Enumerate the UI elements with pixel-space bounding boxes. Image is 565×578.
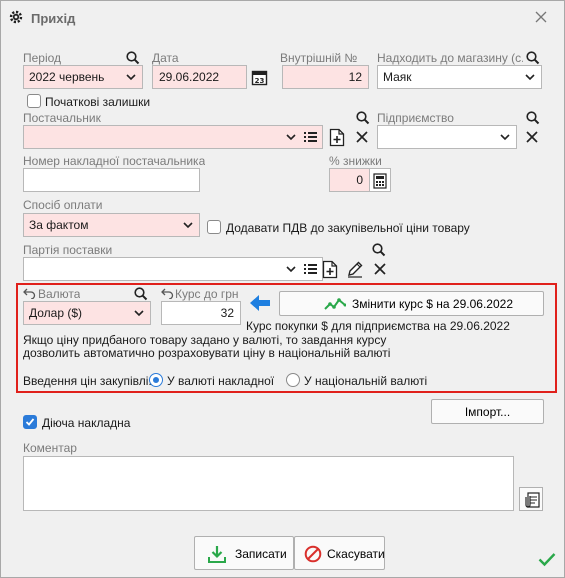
search-icon[interactable] (525, 50, 541, 66)
period-label: Період (23, 51, 62, 65)
change-rate-label: Змінити курс $ на 29.06.2022 (352, 297, 513, 311)
cancel-icon (304, 545, 322, 563)
period-select[interactable]: 2022 червень (23, 65, 143, 89)
attach-button[interactable] (519, 487, 543, 511)
rate-label: Курс до грн (175, 287, 239, 301)
checkmark-icon (25, 418, 35, 426)
price-entry-national-radio[interactable] (286, 373, 300, 387)
enterprise-select[interactable] (377, 125, 517, 149)
search-icon[interactable] (125, 50, 141, 66)
download-icon (208, 546, 226, 563)
change-rate-button[interactable]: Змінити курс $ на 29.06.2022 (279, 291, 544, 316)
chevron-down-icon (286, 134, 296, 141)
date-label: Дата (152, 51, 179, 65)
price-entry-national-label: У національній валюті (304, 374, 428, 388)
supplier-invoice-input[interactable] (23, 168, 200, 192)
cancel-button[interactable]: Скасувати (294, 536, 385, 570)
list-icon[interactable] (304, 131, 317, 143)
calendar-icon[interactable]: 23 (251, 69, 268, 86)
chevron-down-icon (183, 222, 193, 229)
store-label: Надходить до магазину (с... (377, 51, 523, 65)
rate-caption: Курс покупки $ для підприємства на 29.06… (246, 319, 510, 333)
date-input[interactable]: 29.06.2022 (152, 65, 247, 89)
discount-label: % знижки (329, 154, 382, 168)
add-document-icon[interactable] (322, 260, 338, 279)
batch-label: Партія поставки (23, 243, 113, 257)
undo-icon[interactable] (23, 287, 36, 299)
supplier-select[interactable] (23, 125, 323, 149)
svg-text:23: 23 (255, 77, 265, 85)
currency-info-text: Якщо ціну придбаного товару задано у вал… (23, 333, 391, 360)
price-entry-invoice-label: У валюті накладної (167, 374, 275, 388)
initial-balances-label: Початкові залишки (45, 95, 151, 109)
clear-icon[interactable] (372, 261, 388, 277)
active-invoice-label: Діюча накладна (42, 416, 131, 430)
currency-label: Валюта (38, 287, 81, 301)
payment-method-label: Спосіб оплати (23, 198, 103, 212)
clear-icon[interactable] (354, 129, 370, 145)
calculator-icon (373, 173, 387, 189)
undo-icon[interactable] (161, 287, 174, 299)
batch-select[interactable] (23, 257, 323, 281)
chevron-down-icon (134, 310, 144, 317)
internal-number-label: Внутрішній № (280, 51, 358, 65)
window-title: Прихід (31, 11, 76, 26)
rate-input[interactable]: 32 (161, 301, 241, 325)
list-icon[interactable] (304, 263, 317, 275)
purchase-dialog: Прихід Період Дата Внутрішній № Надходит… (0, 0, 565, 578)
comment-label: Коментар (23, 441, 77, 455)
supplier-label: Постачальник (23, 111, 101, 125)
price-entry-invoice-radio[interactable] (149, 373, 163, 387)
add-document-icon[interactable] (329, 128, 345, 147)
active-invoice-checkbox[interactable] (23, 415, 37, 429)
clear-icon[interactable] (524, 129, 540, 145)
period-value: 2022 червень (29, 70, 105, 84)
edit-icon[interactable] (346, 260, 364, 278)
import-button[interactable]: Імпорт... (431, 399, 544, 424)
close-icon[interactable] (532, 8, 550, 26)
discount-input[interactable]: 0 (329, 168, 370, 192)
chevron-down-icon (286, 266, 296, 273)
chevron-down-icon (500, 134, 510, 141)
search-icon[interactable] (133, 286, 149, 302)
payment-method-select[interactable]: За фактом (23, 213, 200, 237)
search-icon[interactable] (355, 110, 371, 126)
currency-value: Долар ($) (29, 306, 83, 320)
chevron-down-icon (525, 74, 535, 81)
payment-method-value: За фактом (29, 218, 89, 232)
checkmark-icon (538, 553, 556, 567)
calculator-button[interactable] (370, 168, 391, 192)
currency-select[interactable]: Долар ($) (23, 301, 151, 325)
title-bar: Прихід (1, 1, 564, 35)
search-icon[interactable] (525, 110, 541, 126)
vat-checkbox[interactable] (207, 220, 221, 234)
initial-balances-checkbox[interactable] (27, 94, 41, 108)
vat-label: Додавати ПДВ до закупівельної ціни товар… (226, 221, 470, 235)
trend-chart-icon (324, 298, 346, 310)
gear-icon (9, 10, 23, 24)
enterprise-label: Підприємство (377, 111, 454, 125)
supplier-invoice-label: Номер накладної постачальника (23, 154, 206, 168)
save-button-label: Записати (235, 547, 287, 561)
chevron-down-icon (126, 74, 136, 81)
search-icon[interactable] (371, 242, 387, 258)
store-select[interactable]: Маяк (377, 65, 542, 89)
price-entry-label: Введення цін закупівлі: (23, 374, 152, 388)
cancel-button-label: Скасувати (327, 547, 385, 561)
clipboard-clip-icon (525, 492, 540, 508)
save-button[interactable]: Записати (194, 536, 294, 570)
comment-textarea[interactable] (23, 456, 514, 511)
store-value: Маяк (383, 70, 412, 84)
arrow-left-icon (250, 295, 270, 311)
internal-number-input[interactable]: 12 (282, 65, 369, 89)
